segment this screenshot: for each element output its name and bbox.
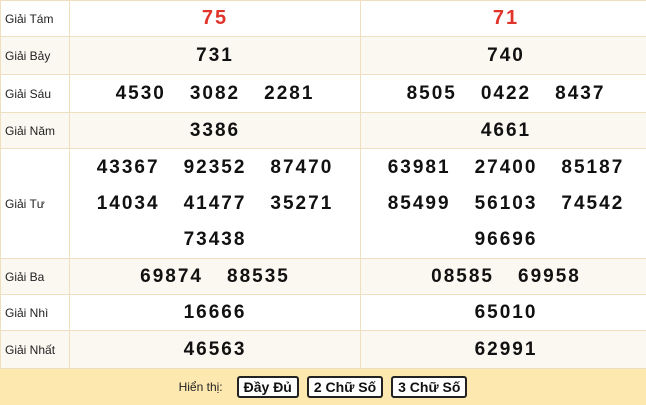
prize-number: 85187 (561, 157, 624, 179)
prize-row-sau: Giải Sáu 4530 3082 2281 8505 0422 8437 (1, 75, 646, 113)
prize-row-nam: Giải Năm 3386 4661 (1, 113, 646, 149)
prize-number: 85499 (388, 193, 451, 215)
prize-number: 3082 (190, 83, 240, 105)
province-1-cell: 43367 92352 87470 14034 41477 35271 7343… (70, 149, 361, 259)
prize-number: 0422 (481, 83, 531, 105)
prize-number: 8505 (407, 83, 457, 105)
prize-label: Giải Sáu (1, 75, 70, 113)
prize-row-nhi: Giải Nhì 16666 65010 (1, 295, 646, 331)
prize-row-nhat: Giải Nhất 46563 62991 (1, 331, 646, 369)
prize-number: 69874 (140, 266, 203, 288)
prize-label: Giải Ba (1, 259, 70, 295)
prize-number: 46563 (184, 339, 247, 361)
province-2-cell: 4661 (361, 113, 646, 149)
prize-number: 3386 (190, 120, 240, 142)
prize-row-tam: Giải Tám 75 71 (1, 1, 646, 37)
province-2-cell: 71 (361, 1, 646, 37)
prize-label: Giải Tám (1, 1, 70, 37)
prize-number: 27400 (475, 157, 538, 179)
prize-number: 41477 (184, 193, 247, 215)
prize-number: 88535 (227, 266, 290, 288)
province-1-cell: 69874 88535 (70, 259, 361, 295)
province-2-cell: 08585 69958 (361, 259, 646, 295)
province-2-cell: 63981 27400 85187 85499 56103 74542 9669… (361, 149, 646, 259)
prize-number: 96696 (475, 229, 538, 251)
prize-number: 63981 (388, 157, 451, 179)
prize-number: 74542 (561, 193, 624, 215)
prize-row-tu: Giải Tư 43367 92352 87470 14034 41477 35… (1, 149, 646, 259)
prize-number: 73438 (184, 229, 247, 251)
prize-number: 08585 (431, 266, 494, 288)
province-1-cell: 16666 (70, 295, 361, 331)
prize-number: 731 (196, 45, 234, 67)
prize-number: 65010 (475, 302, 538, 324)
province-1-cell: 4530 3082 2281 (70, 75, 361, 113)
prize-number: 75 (202, 7, 228, 30)
two-digit-button[interactable]: 2 Chữ Số (307, 376, 383, 398)
prize-row-ba: Giải Ba 69874 88535 08585 69958 (1, 259, 646, 295)
province-1-cell: 731 (70, 37, 361, 75)
province-2-cell: 8505 0422 8437 (361, 75, 646, 113)
prize-number: 16666 (184, 302, 247, 324)
full-display-button[interactable]: Đầy Đủ (237, 376, 299, 398)
prize-number: 71 (493, 7, 519, 30)
prize-number: 14034 (97, 193, 160, 215)
prize-number: 8437 (555, 83, 605, 105)
prize-label: Giải Nhất (1, 331, 70, 369)
prize-number: 35271 (270, 193, 333, 215)
prize-label: Giải Nhì (1, 295, 70, 331)
province-1-cell: 75 (70, 1, 361, 37)
three-digit-button[interactable]: 3 Chữ Số (391, 376, 467, 398)
province-2-cell: 65010 (361, 295, 646, 331)
prize-number: 4661 (481, 120, 531, 142)
province-2-cell: 62991 (361, 331, 646, 369)
prize-number: 43367 (97, 157, 160, 179)
prize-label: Giải Năm (1, 113, 70, 149)
prize-number: 56103 (475, 193, 538, 215)
prize-number: 740 (487, 45, 525, 67)
lottery-results-table: Giải Tám 75 71 Giải Bảy 731 740 Giải Sáu… (0, 0, 646, 369)
province-1-cell: 46563 (70, 331, 361, 369)
prize-label: Giải Bảy (1, 37, 70, 75)
prize-number: 4530 (116, 83, 166, 105)
province-1-cell: 3386 (70, 113, 361, 149)
prize-number: 2281 (264, 83, 314, 105)
prize-number: 62991 (475, 339, 538, 361)
province-2-cell: 740 (361, 37, 646, 75)
prize-number: 92352 (184, 157, 247, 179)
prize-label: Giải Tư (1, 149, 70, 259)
display-mode-label: Hiển thị: (179, 380, 223, 394)
prize-number: 69958 (518, 266, 581, 288)
prize-number: 87470 (270, 157, 333, 179)
prize-row-bay: Giải Bảy 731 740 (1, 37, 646, 75)
